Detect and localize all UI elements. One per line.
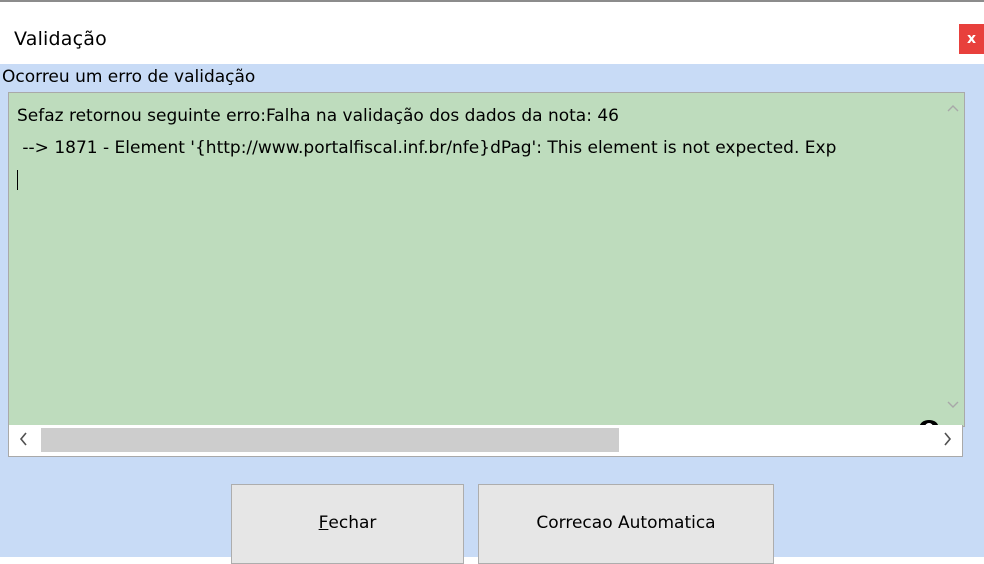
message-line-1: Sefaz retornou seguinte erro:Falha na va… [17,106,619,126]
window-title: Validação [14,28,107,50]
chevron-up-icon[interactable] [942,101,964,116]
dialog-body: Ocorreu um erro de validação Sefaz retor… [0,64,984,564]
correcao-automatica-button[interactable]: Correcao Automatica [478,484,774,564]
horizontal-scrollbar[interactable] [8,425,963,457]
error-message-text: Sefaz retornou seguinte erro:Falha na va… [17,100,936,426]
text-caret [17,170,18,190]
error-caption: Ocorreu um erro de validação [2,67,256,87]
chevron-left-icon[interactable] [19,430,28,451]
horizontal-scroll-thumb[interactable] [41,428,619,452]
fechar-mnemonic: F [318,513,329,533]
vertical-scrollbar[interactable] [942,93,964,426]
chevron-down-icon[interactable] [942,398,964,413]
correcao-automatica-label: Correcao Automatica [536,513,716,533]
close-button[interactable]: x [959,24,984,54]
error-message-textarea[interactable]: Sefaz retornou seguinte erro:Falha na va… [8,92,965,434]
title-bar[interactable]: Validação x [0,2,984,64]
message-line-2: --> 1871 - Element '{http://www.portalfi… [17,138,837,158]
chevron-right-icon[interactable] [943,430,952,451]
fechar-button[interactable]: Fechar [231,484,464,564]
fechar-label: echar [328,513,377,533]
